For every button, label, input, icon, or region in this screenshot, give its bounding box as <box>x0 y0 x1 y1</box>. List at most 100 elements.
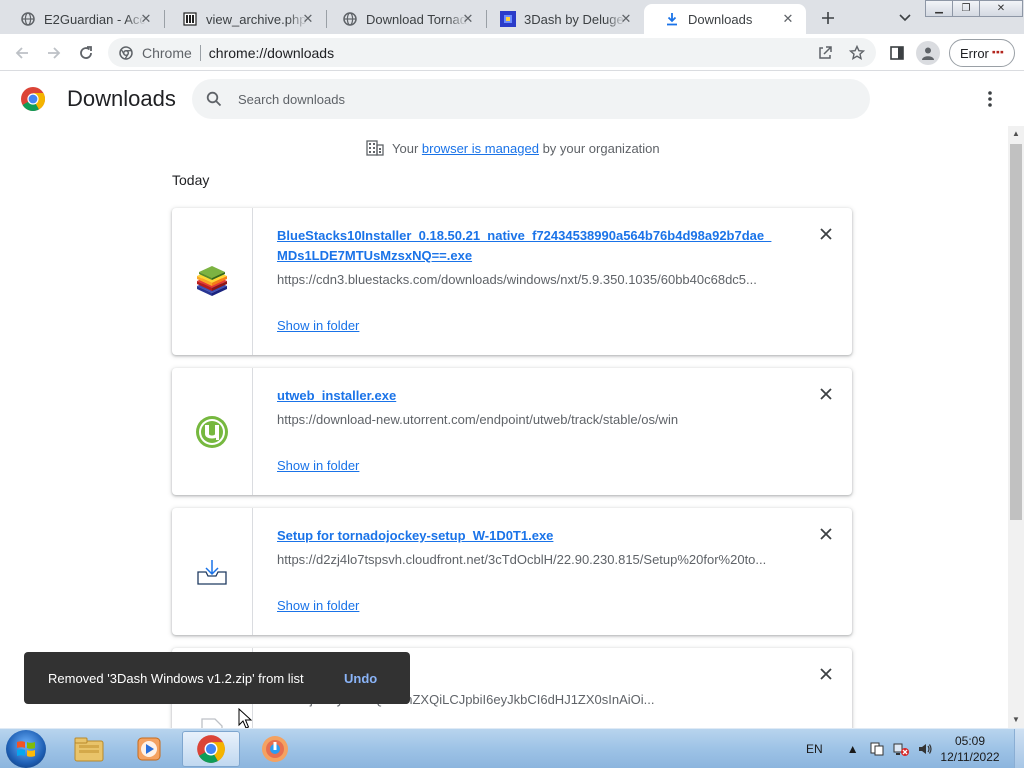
toast-message: Removed '3Dash Windows v1.2.zip' from li… <box>48 670 304 686</box>
side-panel-button[interactable] <box>884 40 910 66</box>
error-menu-button[interactable]: Error ⋮ <box>949 39 1015 67</box>
download-item: BlueStacks10Installer_0.18.50.21_native_… <box>172 208 852 355</box>
file-name-link[interactable]: utweb_installer.exe <box>277 386 777 406</box>
action-center-icon[interactable] <box>869 741 885 757</box>
taskbar-explorer[interactable] <box>60 731 118 767</box>
remove-item-button[interactable] <box>818 666 834 682</box>
managed-suffix: by your organization <box>538 140 660 156</box>
chrome-site-icon <box>118 45 134 61</box>
download-item: utweb_installer.exe https://download-new… <box>172 368 852 495</box>
tab-title: Download Tornado <box>366 11 468 27</box>
close-tab-icon[interactable]: ✕ <box>780 11 796 27</box>
generic-download-icon <box>197 559 227 585</box>
tab-title: E2Guardian - Access Denied <box>44 11 146 27</box>
explorer-icon <box>74 737 104 762</box>
search-downloads <box>192 79 870 119</box>
search-icon <box>204 89 224 109</box>
restore-button[interactable]: ❐ <box>952 0 980 17</box>
downloads-header: Downloads <box>0 72 1024 126</box>
site-chip: Chrome <box>142 44 192 61</box>
show-in-folder-link[interactable]: Show in folder <box>277 458 359 473</box>
source-url: https://cdn3.bluestacks.com/downloads/wi… <box>277 272 757 287</box>
tab-title: 3Dash by DelugeDrop <box>524 11 626 27</box>
close-window-button[interactable]: ✕ <box>979 0 1023 17</box>
windows-taskbar: EN ▲ 05:09 12/11/2022 <box>0 728 1024 768</box>
start-button[interactable] <box>6 730 46 768</box>
building-icon <box>366 140 384 156</box>
close-tab-icon[interactable]: ✕ <box>300 11 316 27</box>
taskbar-clock[interactable]: 05:09 12/11/2022 <box>930 733 1010 765</box>
back-button[interactable] <box>9 40 35 66</box>
share-icon[interactable] <box>814 42 836 64</box>
show-in-folder-link[interactable]: Show in folder <box>277 598 359 613</box>
omnibox-divider <box>199 44 201 61</box>
taskbar-media-player[interactable] <box>120 731 178 767</box>
error-label: Error <box>960 45 989 61</box>
person-icon <box>922 47 934 60</box>
globe-icon <box>342 11 358 27</box>
clock-time: 05:09 <box>954 734 986 748</box>
globe-icon <box>20 11 36 27</box>
tab-e2guardian[interactable]: E2Guardian - Access Denied ✕ <box>0 4 164 34</box>
downloads-list-area: Your browser is managed by your organiza… <box>0 126 1008 728</box>
tab-strip: E2Guardian - Access Denied ✕ view_archiv… <box>0 0 1024 34</box>
browser-managed-link[interactable]: browser is managed <box>422 141 539 156</box>
tab-downloads[interactable]: Downloads ✕ <box>644 4 806 34</box>
file-icon-column <box>172 368 253 495</box>
kebab-menu-icon: ⋮ <box>990 45 1006 59</box>
network-error-icon[interactable] <box>893 741 909 757</box>
undo-button[interactable]: Undo <box>344 671 377 686</box>
system-tray: EN ▲ <box>800 729 933 768</box>
scroll-up-arrow-icon[interactable]: ▲ <box>1012 130 1020 138</box>
address-bar[interactable]: Chrome chrome://downloads <box>108 38 876 67</box>
new-tab-button[interactable] <box>816 6 840 30</box>
tab-3dash[interactable]: 3Dash by DelugeDrop ✕ <box>480 4 644 34</box>
side-panel-icon <box>890 46 904 60</box>
close-tab-icon[interactable]: ✕ <box>460 11 476 27</box>
bluestacks-icon <box>197 265 227 296</box>
file-name-link[interactable]: BlueStacks10Installer_0.18.50.21_native_… <box>277 226 777 266</box>
taskbar-app[interactable] <box>246 731 304 767</box>
page-title: Downloads <box>67 86 176 111</box>
language-indicator[interactable]: EN <box>806 742 823 756</box>
remove-item-button[interactable] <box>818 386 834 402</box>
show-hidden-icons-icon[interactable]: ▲ <box>845 741 861 757</box>
tab-search-button[interactable] <box>894 8 916 28</box>
download-item: Setup for tornadojockey-setup_W-1D0T1.ex… <box>172 508 852 635</box>
bookmark-star-icon[interactable] <box>846 42 868 64</box>
chrome-logo <box>21 87 46 112</box>
scroll-down-arrow-icon[interactable]: ▼ <box>1012 716 1020 724</box>
download-icon <box>664 11 680 27</box>
profile-avatar[interactable] <box>916 41 940 65</box>
mouse-cursor-icon <box>238 708 252 729</box>
close-icon <box>820 228 832 240</box>
close-tab-icon[interactable]: ✕ <box>138 11 154 27</box>
forward-button[interactable] <box>41 40 67 66</box>
app-icon <box>262 736 288 762</box>
minimize-button[interactable]: ▁ <box>925 0 953 17</box>
tab-title: Downloads <box>688 11 753 27</box>
close-tab-icon[interactable]: ✕ <box>618 11 634 27</box>
page-scrollbar[interactable]: ▲ ▼ <box>1008 126 1024 728</box>
date-section-heading: Today <box>172 172 210 188</box>
file-name-link[interactable]: Setup for tornadojockey-setup_W-1D0T1.ex… <box>277 526 777 546</box>
remove-item-button[interactable] <box>818 526 834 542</box>
restore-icon: ❐ <box>961 3 971 14</box>
remove-item-button[interactable] <box>818 226 834 242</box>
tab-view-archive[interactable]: view_archive.php ✕ <box>162 4 326 34</box>
file-icon-column <box>172 508 253 635</box>
arrow-right-icon <box>48 47 61 59</box>
browser-toolbar: Chrome chrome://downloads Error ⋮ <box>0 34 1024 71</box>
reload-button[interactable] <box>73 40 99 66</box>
3dash-favicon <box>500 11 516 27</box>
taskbar-chrome[interactable] <box>182 731 240 767</box>
source-url: https://d2zj4lo7tspsvh.cloudfront.net/3c… <box>277 552 767 567</box>
tab-download-tornado[interactable]: Download Tornado ✕ <box>322 4 486 34</box>
chevron-down-icon <box>899 14 911 22</box>
downloads-menu-button[interactable] <box>980 88 1000 110</box>
search-input[interactable] <box>238 91 838 107</box>
show-in-folder-link[interactable]: Show in folder <box>277 318 359 333</box>
windows-logo-icon <box>17 741 35 757</box>
show-desktop-button[interactable] <box>1014 729 1024 768</box>
scrollbar-thumb[interactable] <box>1010 144 1022 520</box>
